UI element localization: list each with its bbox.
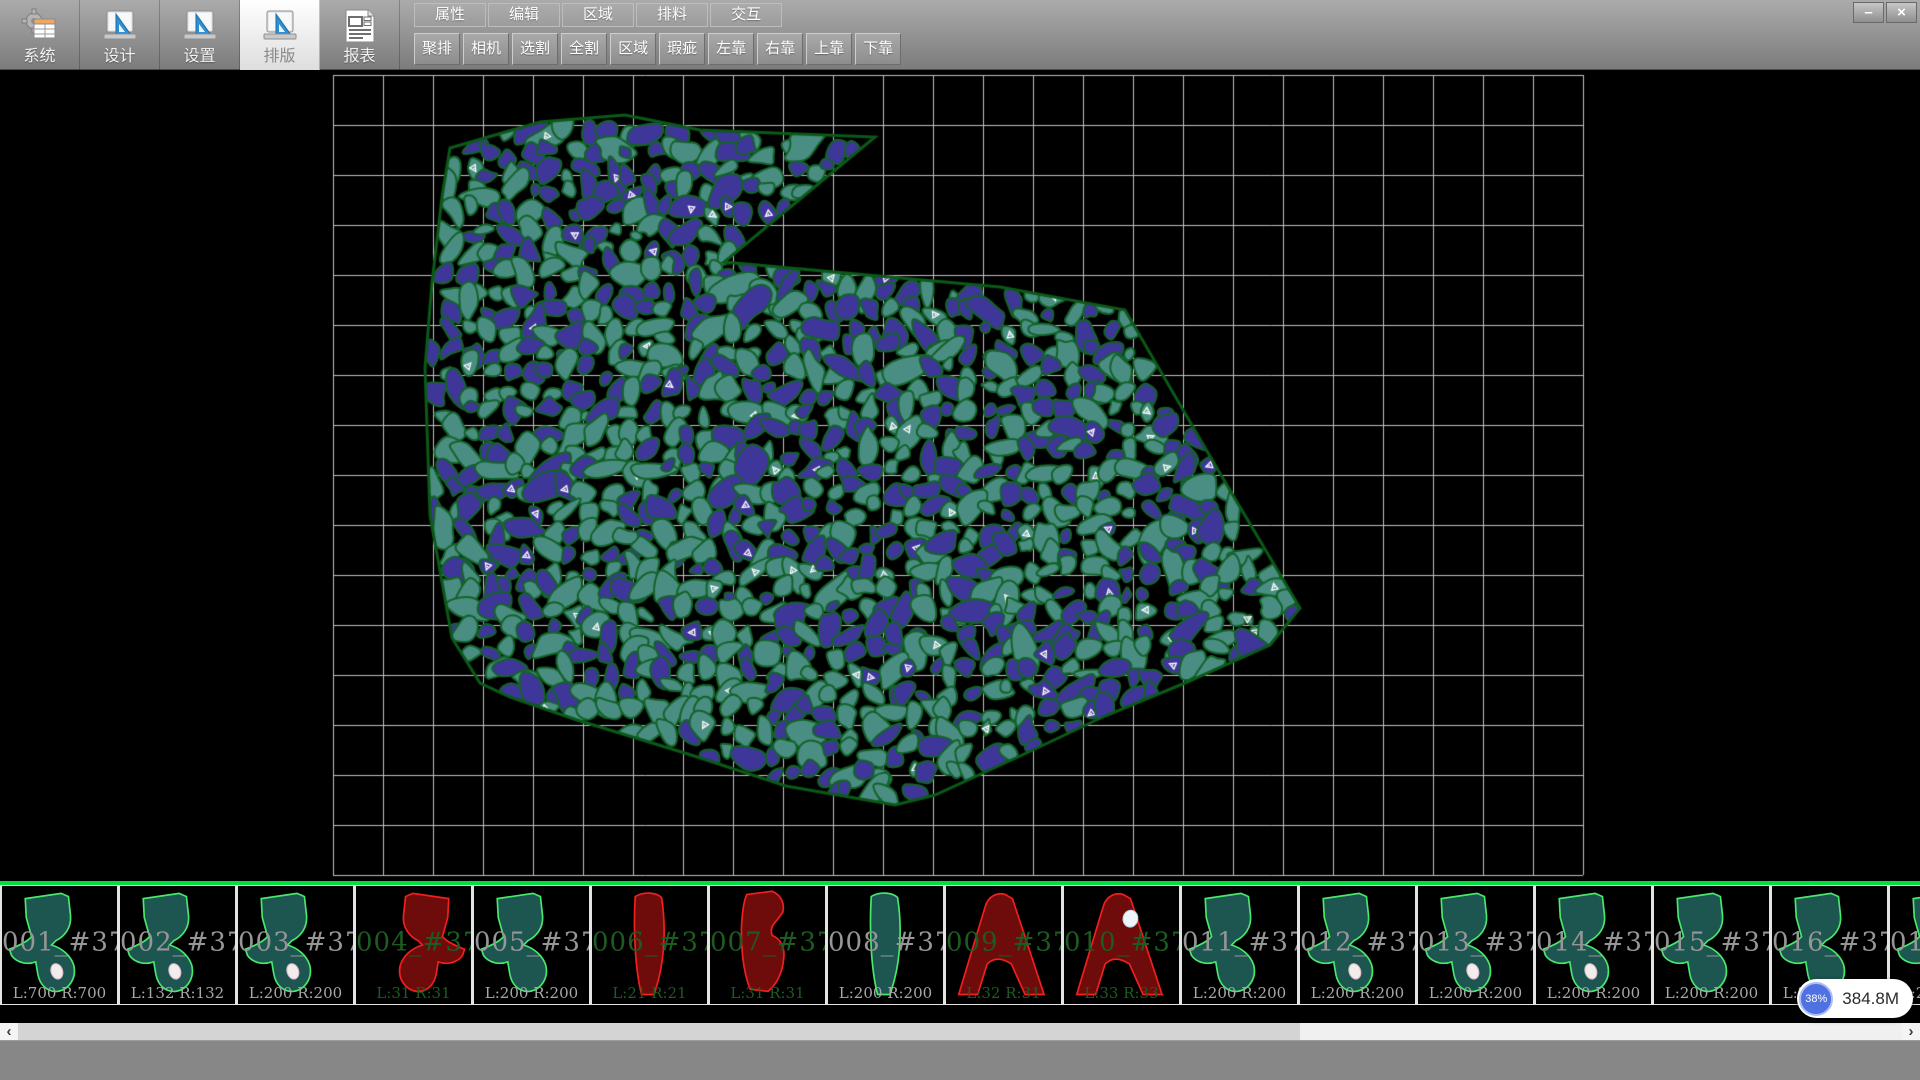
scroll-left-arrow-icon[interactable]: ‹ (0, 1023, 18, 1040)
thumbnail-label: 011_#37 (1182, 928, 1297, 958)
menu-tab-1[interactable]: 编辑 (488, 3, 560, 27)
thumbnail-label: 003_#37 (238, 928, 353, 958)
thumbnail-label: 008_#37 (828, 928, 943, 958)
thumbnail-label: 002_#37 (120, 928, 235, 958)
thumbnail-cell[interactable]: 013_#37 L:200 R:200 (1416, 885, 1534, 1005)
tool-button-6[interactable]: 左靠 (708, 33, 754, 65)
tab-label: 设置 (183, 47, 215, 67)
ribbon-menu: 属性编辑区域排料交互 聚排相机选割全割区域瑕疵左靠右靠上靠下靠 (414, 0, 904, 69)
thumbnail-meta: L:200 R:200 (1300, 984, 1415, 1002)
thumbnail-label: 014_#37 (1536, 928, 1651, 958)
thumbnail-label: 009_#37 (946, 928, 1061, 958)
tool-button-4[interactable]: 区域 (610, 33, 656, 65)
thumbnail-meta: L:33 R:33 (1064, 984, 1179, 1002)
menu-tab-3[interactable]: 排料 (636, 3, 708, 27)
tool-button-8[interactable]: 上靠 (806, 33, 852, 65)
thumbnail-meta: L:132 R:132 (120, 984, 235, 1002)
thumbnail-label: 016_#37 (1772, 928, 1887, 958)
thumbnail-meta: L:200 R:200 (1418, 984, 1533, 1002)
settings-icon (181, 7, 219, 47)
thumbnail-meta: L:32 R:31 (946, 984, 1061, 1002)
memory-usage-badge[interactable]: 38% 384.8M (1797, 979, 1913, 1018)
thumbnail-cell[interactable]: 010_#37 L:33 R:33 (1062, 885, 1180, 1005)
thumbnail-meta: L:31 R:31 (356, 984, 471, 1002)
thumbnail-cell[interactable]: 005_#37 L:200 R:200 (472, 885, 590, 1005)
menu-tab-0[interactable]: 属性 (414, 3, 486, 27)
thumbnail-cell[interactable]: 009_#37 L:32 R:31 (944, 885, 1062, 1005)
minimize-button[interactable]: – (1853, 2, 1884, 23)
tool-button-0[interactable]: 聚排 (414, 33, 460, 65)
piece-thumbnail-strip: 001_#37L:700 R:700002_#37L:132 R:132003_… (0, 885, 1920, 1005)
thumbnail-meta: L:21 R:21 (592, 984, 707, 1002)
thumbnail-meta: L:700 R:700 (2, 984, 117, 1002)
tab-label: 设计 (103, 47, 135, 67)
thumbnail-cell[interactable]: 007_#37 L:31 R:31 (708, 885, 826, 1005)
thumbnail-cell[interactable]: 002_#37 L:132 R:132 (118, 885, 236, 1005)
tab-settings[interactable]: 设置 (160, 0, 240, 70)
thumbnail-meta: L:200 R:200 (474, 984, 589, 1002)
system-icon (21, 7, 59, 47)
thumbnail-meta: L:200 R:200 (1654, 984, 1769, 1002)
tool-button-2[interactable]: 选割 (512, 33, 558, 65)
status-bar (0, 1040, 1920, 1080)
horizontal-scrollbar[interactable]: ‹ › (0, 1023, 1920, 1040)
thumbnail-cell[interactable]: 015_#37 L:200 R:200 (1652, 885, 1770, 1005)
thumbnail-label: 001_#37 (2, 928, 117, 958)
tab-system[interactable]: 系统 (0, 0, 80, 70)
thumbnail-meta: L:31 R:31 (710, 984, 825, 1002)
thumbnail-cell[interactable]: 012_#37 L:200 R:200 (1298, 885, 1416, 1005)
tab-label: 报表 (343, 47, 375, 67)
menu-tab-4[interactable]: 交互 (710, 3, 782, 27)
tab-design[interactable]: 设计 (80, 0, 160, 70)
tool-button-7[interactable]: 右靠 (757, 33, 803, 65)
thumbnail-cell[interactable]: 011_#37 L:200 R:200 (1180, 885, 1298, 1005)
tool-button-9[interactable]: 下靠 (855, 33, 901, 65)
thumbnail-label: 017_#37 (1890, 928, 1920, 958)
menu-tab-2[interactable]: 区域 (562, 3, 634, 27)
menu-tab-row: 属性编辑区域排料交互 (414, 0, 904, 30)
thumbnail-label: 010_#37 (1064, 928, 1179, 958)
ribbon-toolbar: 系统设计设置排版报表 属性编辑区域排料交互 聚排相机选割全割区域瑕疵左靠右靠上靠… (0, 0, 1920, 70)
thumbnail-meta: L:200 R:200 (828, 984, 943, 1002)
thumbnail-cell[interactable]: 008_#37 L:200 R:200 (826, 885, 944, 1005)
thumbnail-cell[interactable]: 004_#37 L:31 R:31 (354, 885, 472, 1005)
report-icon (341, 7, 379, 47)
app-window: 系统设计设置排版报表 属性编辑区域排料交互 聚排相机选割全割区域瑕疵左靠右靠上靠… (0, 0, 1920, 1080)
design-icon (101, 7, 139, 47)
thumbnail-cell[interactable]: 014_#37 L:200 R:200 (1534, 885, 1652, 1005)
thumbnail-cell[interactable]: 006_#37 L:21 R:21 (590, 885, 708, 1005)
thumbnail-label: 006_#37 (592, 928, 707, 958)
scrollbar-thumb[interactable] (18, 1023, 1300, 1040)
tool-button-5[interactable]: 瑕疵 (659, 33, 705, 65)
tool-button-1[interactable]: 相机 (463, 33, 509, 65)
thumbnail-meta: L:200 R:200 (238, 984, 353, 1002)
tab-layout[interactable]: 排版 (240, 0, 320, 70)
tab-report[interactable]: 报表 (320, 0, 400, 70)
tool-button-3[interactable]: 全割 (561, 33, 607, 65)
thumbnail-cell[interactable]: 003_#37 L:200 R:200 (236, 885, 354, 1005)
thumbnail-label: 012_#37 (1300, 928, 1415, 958)
scroll-right-arrow-icon[interactable]: › (1902, 1023, 1920, 1040)
thumbnail-cell[interactable]: 001_#37 L:700 R:700 (0, 885, 118, 1005)
layout-icon (261, 7, 299, 47)
tool-button-row: 聚排相机选割全割区域瑕疵左靠右靠上靠下靠 (414, 30, 904, 68)
tab-label: 排版 (263, 47, 295, 67)
thumbnail-label: 013_#37 (1418, 928, 1533, 958)
thumbnail-label: 015_#37 (1654, 928, 1769, 958)
thumbnail-meta: L:200 R:200 (1182, 984, 1297, 1002)
window-controls: – × (1851, 2, 1917, 23)
thumbnail-meta: L:200 R:200 (1536, 984, 1651, 1002)
thumbnail-label: 007_#37 (710, 928, 825, 958)
close-button[interactable]: × (1886, 2, 1917, 23)
progress-percent-badge: 38% (1799, 982, 1833, 1016)
memory-usage-text: 384.8M (1842, 989, 1899, 1009)
main-tabs: 系统 设计 设置 排版 报表 (0, 0, 400, 70)
tab-label: 系统 (23, 47, 55, 67)
thumbnail-label: 004_#37 (356, 928, 471, 958)
thumbnail-label: 005_#37 (474, 928, 589, 958)
